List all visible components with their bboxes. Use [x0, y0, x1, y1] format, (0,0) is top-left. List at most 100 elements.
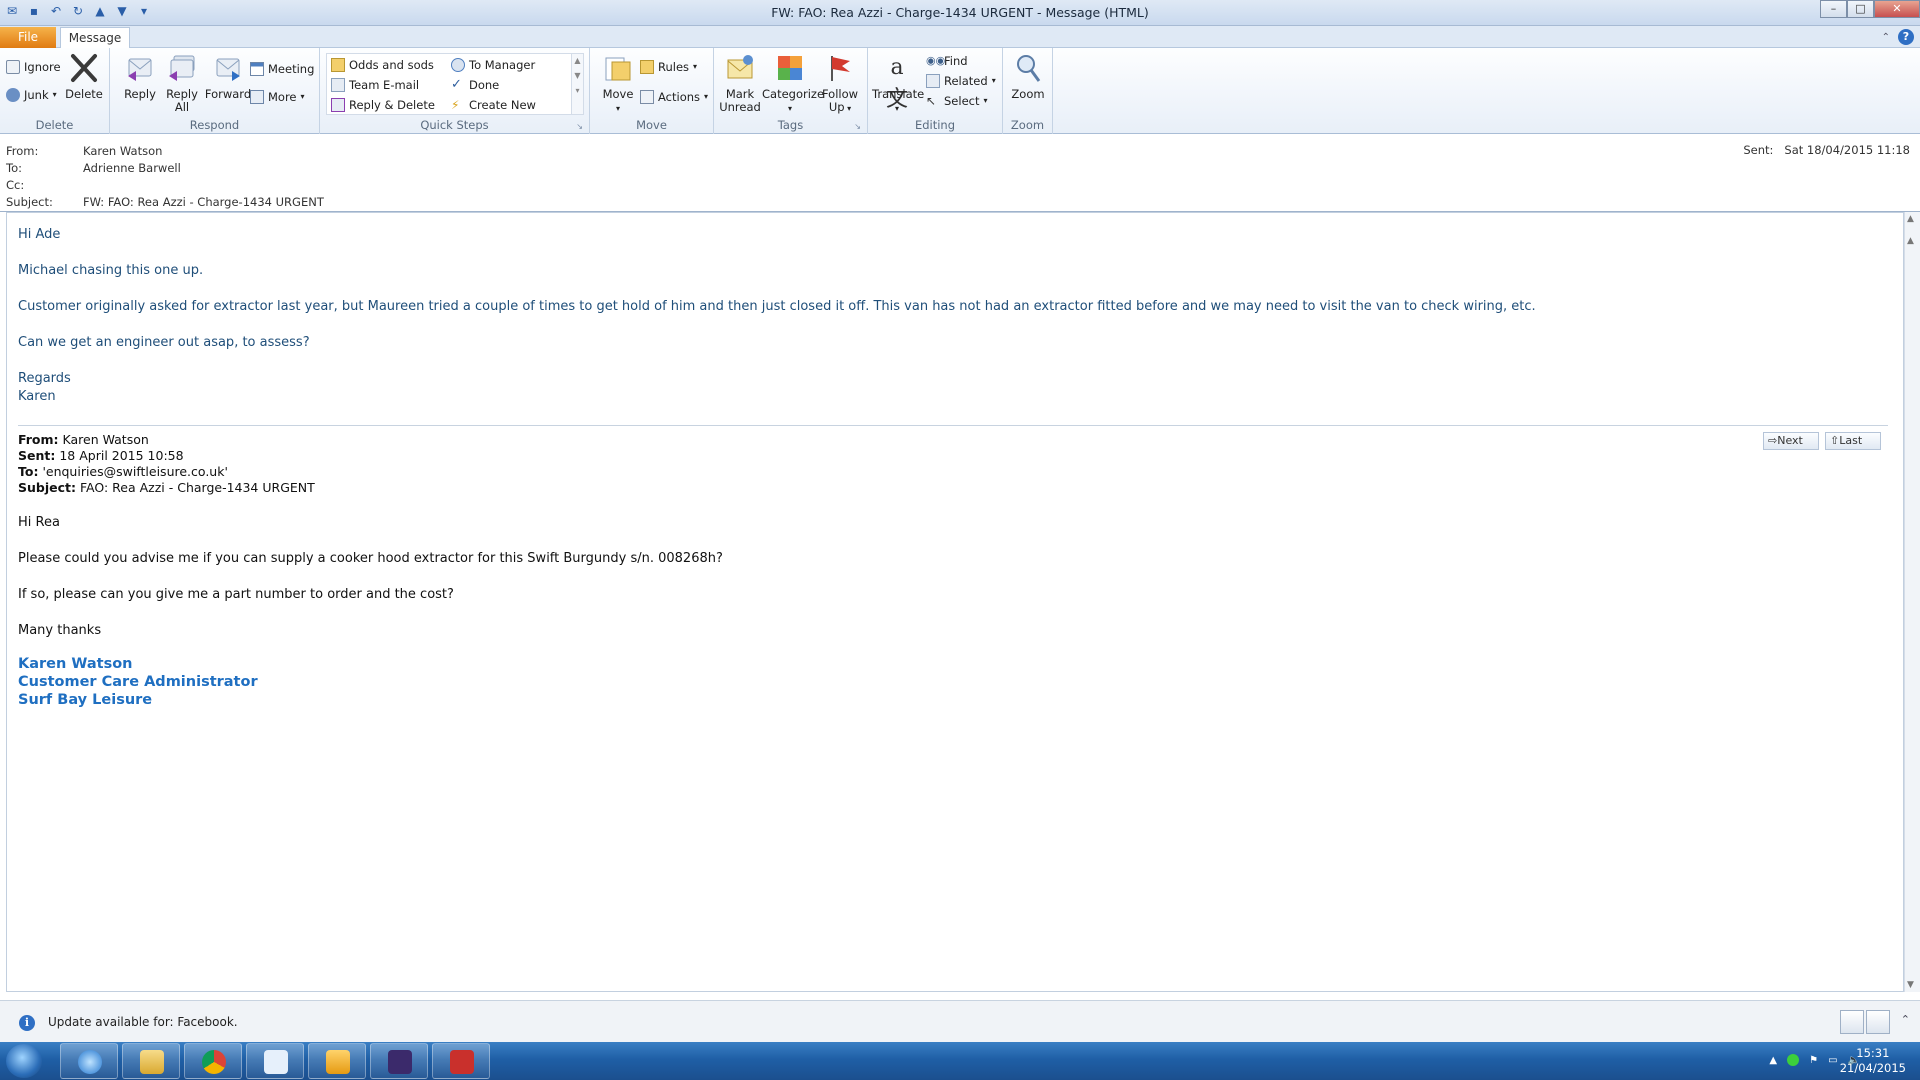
zoom-button[interactable]: Zoom — [1006, 52, 1050, 101]
maximize-button[interactable]: □ — [1847, 0, 1874, 18]
network-icon[interactable]: ▭ — [1828, 1055, 1837, 1066]
meeting-button[interactable]: Meeting — [250, 60, 314, 78]
action-center-flag-icon[interactable]: ⚑ — [1809, 1055, 1818, 1066]
find-button[interactable]: ◉◉ Find — [926, 52, 968, 70]
fwd-greeting: Hi Rea — [18, 515, 60, 530]
outlook-icon — [326, 1050, 350, 1074]
next-button[interactable]: ⇨Next — [1763, 432, 1819, 450]
reply-all-button[interactable]: Reply All — [160, 52, 204, 114]
scroll-up-icon[interactable]: ▲ — [1907, 236, 1914, 246]
taskbar-pdf-app[interactable] — [432, 1043, 490, 1079]
body-greeting: Hi Ade — [18, 227, 61, 242]
chrome-icon — [202, 1050, 226, 1074]
related-icon — [926, 74, 940, 88]
group-label-quick-steps: Quick Steps — [420, 118, 489, 132]
internet-explorer-icon — [78, 1050, 102, 1074]
quick-steps-gallery: Odds and sods Team E-mail Reply & Delete… — [326, 53, 584, 115]
delete-button[interactable]: Delete — [62, 52, 106, 101]
body-name: Karen — [18, 389, 56, 404]
forward-button[interactable]: Forward — [204, 52, 252, 101]
dialog-launcher-icon[interactable]: ↘ — [854, 122, 861, 131]
taskbar-clock[interactable]: 15:31 21/04/2015 — [1840, 1046, 1906, 1076]
categorize-icon — [774, 52, 806, 84]
move-button[interactable]: Move ▾ — [596, 52, 640, 115]
last-button[interactable]: ⇧Last — [1825, 432, 1881, 450]
scroll-up-icon[interactable]: ▲ — [1907, 214, 1914, 224]
quickstep-team-email[interactable]: Team E-mail — [331, 76, 419, 94]
more-button[interactable]: More ▾ — [250, 88, 305, 106]
tab-file[interactable]: File — [0, 27, 56, 48]
pdf-icon — [450, 1050, 474, 1074]
quickstep-odds-and-sods[interactable]: Odds and sods — [331, 56, 434, 74]
junk-button[interactable]: Junk ▾ — [6, 86, 57, 104]
update-notice[interactable]: Update available for: Facebook. — [48, 1015, 238, 1029]
ignore-button[interactable]: Ignore — [6, 58, 61, 76]
fwd-to-row: To: 'enquiries@swiftleisure.co.uk' — [18, 464, 228, 479]
vertical-scrollbar[interactable]: ▲ ▲ ▼ — [1904, 212, 1920, 992]
forward-icon — [212, 52, 244, 84]
start-button[interactable] — [6, 1044, 42, 1078]
subject-value: FW: FAO: Rea Azzi - Charge-1434 URGENT — [83, 195, 324, 209]
message-header: From: Karen Watson To: Adrienne Barwell Cc… — [0, 135, 1920, 212]
reply-button[interactable]: Reply — [118, 52, 162, 101]
checkmark-icon: ✓ — [451, 77, 462, 92]
fwd-sent-row: Sent: 18 April 2015 10:58 — [18, 448, 184, 463]
dialog-launcher-icon[interactable]: ↘ — [576, 122, 583, 131]
translate-icon: a文 — [885, 55, 908, 112]
reply-all-icon — [166, 52, 198, 84]
to-value[interactable]: Adrienne Barwell — [83, 161, 181, 175]
avatar[interactable] — [1866, 1010, 1890, 1034]
info-icon: i — [19, 1015, 35, 1031]
body-line: Can we get an engineer out asap, to asse… — [18, 335, 310, 350]
close-button[interactable]: ✕ — [1874, 0, 1920, 18]
tab-message[interactable]: Message — [60, 27, 130, 49]
group-label-tags: Tags — [777, 118, 804, 132]
quickstep-reply-delete[interactable]: Reply & Delete — [331, 96, 435, 114]
quick-steps-scroll[interactable]: ▲ ▼ ▾ — [571, 54, 583, 114]
taskbar-internet-explorer[interactable] — [60, 1043, 118, 1079]
mark-unread-button[interactable]: Mark Unread — [718, 52, 762, 114]
group-label-editing: Editing — [914, 118, 956, 132]
signature-company: Surf Bay Leisure — [18, 692, 153, 708]
forward-separator — [18, 425, 1888, 426]
rules-icon — [640, 60, 654, 74]
to-manager-icon — [451, 58, 465, 72]
taskbar-calendar-app[interactable] — [370, 1043, 428, 1079]
categorize-button[interactable]: Categorize ▾ — [762, 52, 824, 115]
taskbar-app[interactable] — [246, 1043, 304, 1079]
follow-up-button[interactable]: Follow Up ▾ — [818, 52, 862, 115]
delete-icon — [68, 52, 100, 84]
taskbar-explorer[interactable] — [122, 1043, 180, 1079]
group-editing: a文 Translate ▾ ◉◉ Find Related ▾ ↖ Select ▾… — [868, 48, 1003, 134]
envelope-unread-icon — [724, 52, 756, 84]
taskbar-outlook[interactable] — [308, 1043, 366, 1079]
minimize-ribbon-icon[interactable]: ⌃ — [1882, 32, 1890, 43]
quickstep-done[interactable]: ✓ Done — [451, 76, 499, 94]
status-green-icon[interactable] — [1787, 1054, 1800, 1066]
people-pane-infobar: i Update available for: Facebook. ⌃ — [0, 1000, 1920, 1042]
app-icon — [264, 1050, 288, 1074]
scroll-down-icon[interactable]: ▼ — [1907, 980, 1914, 990]
lightning-icon: ⚡ — [451, 98, 460, 112]
show-hidden-icons-icon[interactable]: ▲ — [1769, 1055, 1777, 1066]
quickstep-create-new[interactable]: ⚡ Create New — [451, 96, 536, 114]
message-body[interactable]: Hi Ade Michael chasing this one up. Cust… — [6, 212, 1904, 992]
minimize-button[interactable]: – — [1820, 0, 1847, 18]
select-button[interactable]: ↖ Select ▾ — [926, 92, 988, 110]
body-regards: Regards — [18, 371, 71, 386]
help-icon[interactable]: ? — [1898, 29, 1914, 45]
calendar-icon — [388, 1050, 412, 1074]
related-button[interactable]: Related ▾ — [926, 72, 996, 90]
avatar[interactable] — [1840, 1010, 1864, 1034]
taskbar-chrome[interactable] — [184, 1043, 242, 1079]
expand-people-pane-icon[interactable]: ⌃ — [1901, 1013, 1910, 1026]
rules-button[interactable]: Rules ▾ — [640, 58, 697, 76]
group-quick-steps: Odds and sods Team E-mail Reply & Delete… — [320, 48, 590, 134]
translate-button[interactable]: a文 Translate ▾ — [872, 52, 924, 115]
actions-button[interactable]: Actions ▾ — [640, 88, 708, 106]
quickstep-to-manager[interactable]: To Manager — [451, 56, 535, 74]
fwd-subject-row: Subject: FAO: Rea Azzi - Charge-1434 URG… — [18, 480, 315, 495]
taskbar: ▲ ⚑ ▭ 🔈 15:31 21/04/2015 — [0, 1042, 1920, 1080]
body-line: Michael chasing this one up. — [18, 263, 204, 278]
from-value[interactable]: Karen Watson — [83, 144, 162, 158]
